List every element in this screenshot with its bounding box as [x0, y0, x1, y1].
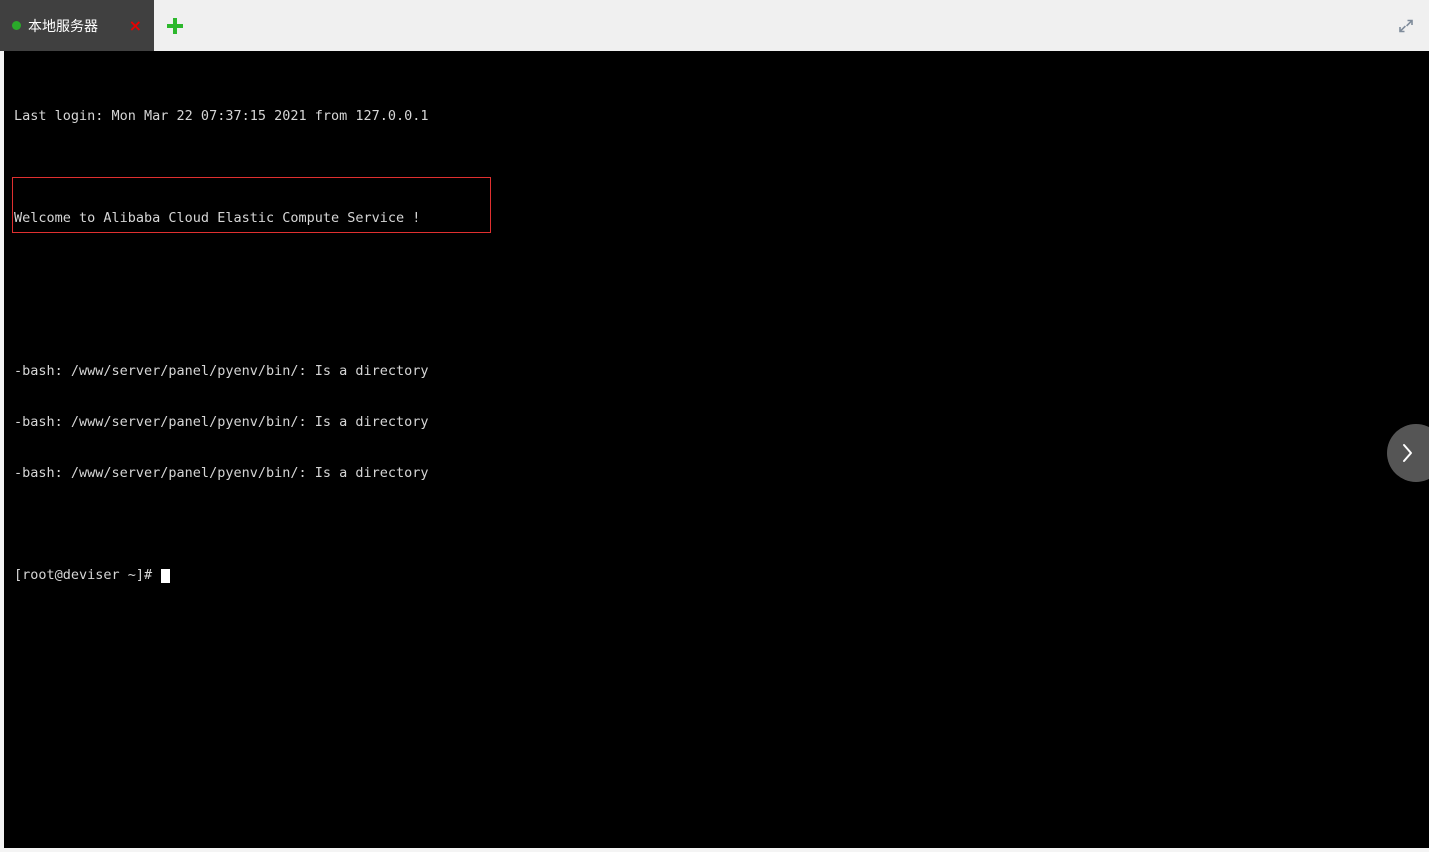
- tab-local-server[interactable]: 本地服务器 ×: [0, 0, 154, 51]
- new-tab-button[interactable]: [154, 0, 196, 51]
- chevron-right-icon: [1403, 444, 1412, 462]
- terminal-error-line: -bash: /www/server/panel/pyenv/bin/: Is …: [14, 465, 429, 481]
- terminal-error-line: -bash: /www/server/panel/pyenv/bin/: Is …: [14, 363, 429, 379]
- plus-icon: [167, 17, 183, 34]
- tabbar-spacer: [196, 0, 1383, 51]
- tab-title: 本地服务器: [28, 18, 98, 35]
- shell-prompt-line: [root@deviser ~]#: [14, 567, 1429, 584]
- terminal-line: Welcome to Alibaba Cloud Elastic Compute…: [14, 210, 421, 226]
- terminal-line: Last login: Mon Mar 22 07:37:15 2021 fro…: [14, 108, 429, 124]
- terminal-window: 本地服务器 × Last login: Mon Mar 22 07:37:15 …: [0, 0, 1429, 852]
- tab-status-dot-icon: [12, 21, 21, 30]
- expand-fullscreen-icon: [1399, 19, 1413, 32]
- tab-bar: 本地服务器 ×: [0, 0, 1429, 51]
- terminal-output-area[interactable]: Last login: Mon Mar 22 07:37:15 2021 fro…: [0, 51, 1429, 852]
- shell-prompt: [root@deviser ~]#: [14, 567, 153, 583]
- bash-error-group: -bash: /www/server/panel/pyenv/bin/: Is …: [14, 329, 1429, 516]
- terminal-error-line: -bash: /www/server/panel/pyenv/bin/: Is …: [14, 414, 429, 430]
- block-cursor: [161, 568, 171, 583]
- close-icon[interactable]: ×: [129, 17, 142, 34]
- expand-fullscreen-button[interactable]: [1383, 0, 1429, 51]
- terminal-text: Last login: Mon Mar 22 07:37:15 2021 fro…: [4, 51, 1429, 635]
